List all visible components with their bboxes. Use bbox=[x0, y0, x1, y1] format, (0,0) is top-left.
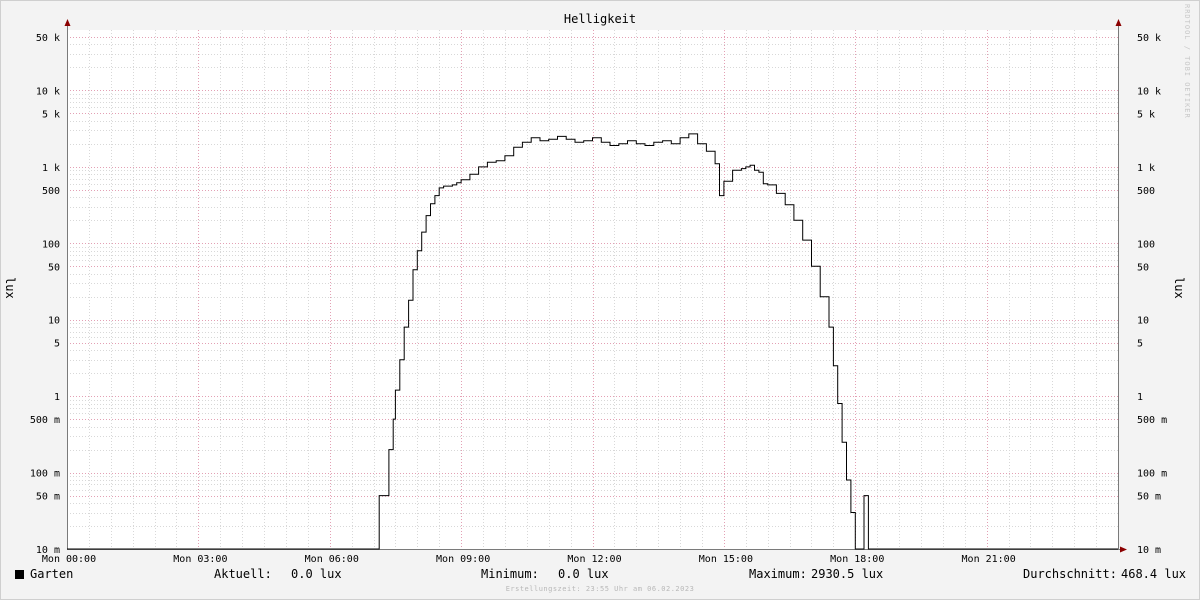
legend-durchschnitt-value: 468.4 lux bbox=[1121, 567, 1187, 581]
y-tick-label-right: 10 k bbox=[1137, 86, 1161, 97]
x-tick-label: Mon 15:00 bbox=[699, 554, 753, 565]
y-tick-label-left: 10 bbox=[48, 316, 60, 327]
legend-series-name: Garten bbox=[30, 567, 74, 581]
legend-aktuell-value: 0.0 lux bbox=[291, 567, 342, 581]
y-tick-label-left: 50 bbox=[48, 262, 60, 273]
y-tick-label-left: 500 bbox=[42, 186, 60, 197]
y-tick-label-left: 100 bbox=[42, 239, 60, 250]
legend-maximum-label: Maximum: bbox=[749, 567, 807, 581]
y-tick-label-right: 50 k bbox=[1137, 33, 1161, 44]
y-tick-label-right: 500 m bbox=[1137, 415, 1167, 426]
y-tick-label-right: 100 bbox=[1137, 239, 1155, 250]
y-axis-label-left: lux bbox=[3, 277, 17, 299]
legend-swatch bbox=[15, 570, 24, 579]
x-tick-label: Mon 21:00 bbox=[962, 554, 1016, 565]
legend-durchschnitt-label: Durchschnitt: bbox=[1023, 567, 1117, 581]
y-tick-label-right: 1 k bbox=[1137, 163, 1155, 174]
x-tick-label: Mon 18:00 bbox=[830, 554, 884, 565]
y-tick-label-left: 50 m bbox=[36, 492, 60, 503]
x-tick-label: Mon 12:00 bbox=[567, 554, 621, 565]
y-axis-label-right: lux bbox=[1172, 277, 1186, 299]
chart-title: Helligkeit bbox=[564, 12, 636, 26]
y-tick-label-right: 50 bbox=[1137, 262, 1149, 273]
y-tick-label-right: 5 bbox=[1137, 339, 1143, 350]
x-tick-label: Mon 03:00 bbox=[173, 554, 227, 565]
y-tick-label-right: 10 bbox=[1137, 316, 1149, 327]
x-tick-label: Mon 09:00 bbox=[436, 554, 490, 565]
y-tick-label-right: 500 bbox=[1137, 186, 1155, 197]
creation-time-footer: Erstellungszeit: 23:55 Uhr am 06.02.2023 bbox=[505, 585, 695, 593]
y-axis-arrow-right bbox=[1115, 19, 1122, 26]
y-tick-label-right: 50 m bbox=[1137, 492, 1161, 503]
y-tick-label-right: 100 m bbox=[1137, 469, 1167, 480]
x-tick-label: Mon 00:00 bbox=[42, 554, 96, 565]
y-axis-arrow-left bbox=[64, 19, 71, 26]
legend-aktuell-label: Aktuell: bbox=[214, 567, 272, 581]
legend-minimum-value: 0.0 lux bbox=[558, 567, 609, 581]
y-tick-label-right: 10 m bbox=[1137, 545, 1161, 556]
y-tick-label-left: 50 k bbox=[36, 33, 60, 44]
legend-minimum-label: Minimum: bbox=[481, 567, 539, 581]
y-tick-label-right: 1 bbox=[1137, 392, 1143, 403]
legend-maximum-value: 2930.5 lux bbox=[811, 567, 884, 581]
x-tick-label: Mon 06:00 bbox=[305, 554, 359, 565]
watermark: RRDTOOL / TOBI OETIKER bbox=[1183, 4, 1191, 119]
y-tick-label-left: 10 k bbox=[36, 86, 60, 97]
y-tick-label-left: 500 m bbox=[30, 415, 60, 426]
x-axis-arrow bbox=[1120, 546, 1127, 553]
y-tick-label-left: 1 bbox=[54, 392, 60, 403]
brightness-chart: 10 m 10 m50 m 50 m100 m 100 m500 m 500 m1 15 5… bbox=[30, 12, 1167, 565]
y-tick-label-left: 1 k bbox=[42, 163, 60, 174]
y-tick-label-left: 100 m bbox=[30, 469, 60, 480]
y-tick-label-right: 5 k bbox=[1137, 109, 1155, 120]
y-tick-label-left: 5 bbox=[54, 339, 60, 350]
y-tick-label-left: 5 k bbox=[42, 109, 60, 120]
